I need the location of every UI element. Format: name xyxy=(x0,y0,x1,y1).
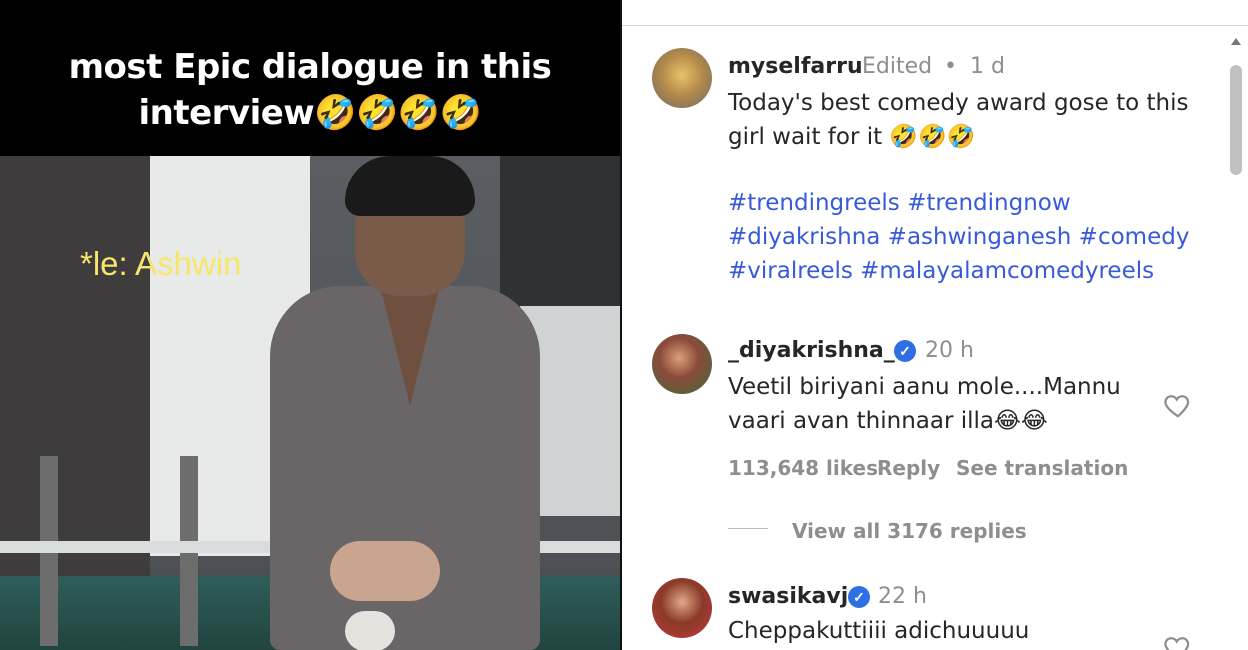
username-swasikavj[interactable]: swasikavj xyxy=(728,584,848,609)
reel-video[interactable]: most Epic dialogue in this interview🤣🤣🤣🤣… xyxy=(0,0,620,650)
hashtags-line-3[interactable]: #viralreels #malayalamcomedyreels xyxy=(728,254,1154,288)
likes-count[interactable]: 113,648 likes xyxy=(728,456,878,480)
comment-text-line-2: girl wait for it 🤣🤣🤣 xyxy=(728,124,976,150)
scrollbar-thumb[interactable] xyxy=(1230,65,1242,175)
background-wall xyxy=(0,156,150,596)
comment-time[interactable]: 20 h xyxy=(925,338,974,363)
see-translation-button[interactable]: See translation xyxy=(956,456,1128,480)
heart-icon[interactable] xyxy=(1162,632,1194,650)
hashtags-line-1[interactable]: #trendingreels #trendingnow xyxy=(728,186,1071,220)
view-replies-button[interactable]: View all 3176 replies xyxy=(792,519,1027,543)
person-hand xyxy=(330,541,440,601)
comment-text-line-1: Today's best comedy award gose to this xyxy=(728,90,1189,116)
edited-label: Edited xyxy=(862,54,933,79)
meta-dot: • xyxy=(944,54,957,79)
comment-text-line-2: vaari avan thinnaar illa😂😂 xyxy=(728,408,1048,434)
username-myselfarru[interactable]: myselfarru xyxy=(728,54,863,79)
comment-time[interactable]: 22 h xyxy=(878,584,927,609)
caption-line-2: interview🤣🤣🤣🤣 xyxy=(138,93,482,133)
avatar-myselfarru[interactable] xyxy=(652,48,712,108)
comment-text-line-1: Veetil biriyani aanu mole....Mannu xyxy=(728,374,1121,400)
caption-line-1: most Epic dialogue in this xyxy=(68,47,552,87)
header-divider xyxy=(622,25,1248,26)
replies-line xyxy=(728,528,768,529)
username-diyakrishna[interactable]: _diyakrishna_ xyxy=(728,338,895,363)
comments-panel[interactable]: myselfarru Edited • 1 d Today's best com… xyxy=(622,0,1248,650)
person-hair xyxy=(345,156,475,216)
heart-icon[interactable] xyxy=(1162,390,1194,420)
scroll-up-arrow-icon[interactable] xyxy=(1231,38,1241,45)
hashtags-line-2[interactable]: #diyakrishna #ashwinganesh #comedy xyxy=(728,220,1189,254)
video-caption: most Epic dialogue in this interview🤣🤣🤣🤣 xyxy=(0,0,620,156)
bag xyxy=(345,611,395,650)
verified-badge-icon: ✓ xyxy=(848,586,870,608)
video-frame xyxy=(0,156,620,650)
comment-time[interactable]: 1 d xyxy=(970,54,1005,79)
avatar-swasikavj[interactable] xyxy=(652,578,712,638)
comment-text-line-1: Cheppakuttiiii adichuuuuu xyxy=(728,618,1030,644)
reply-button[interactable]: Reply xyxy=(877,456,940,480)
name-overlay: *le: Ashwin xyxy=(80,245,242,282)
avatar-diyakrishna[interactable] xyxy=(652,334,712,394)
verified-badge-icon: ✓ xyxy=(894,340,916,362)
